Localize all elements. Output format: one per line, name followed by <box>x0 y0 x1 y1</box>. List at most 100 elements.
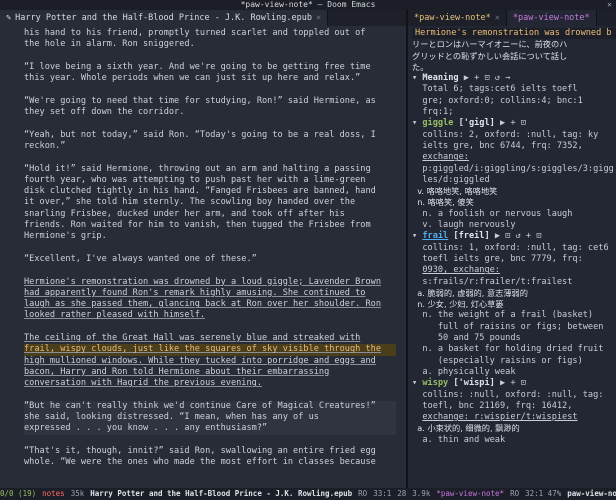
modeline-right-readonly: RO <box>510 489 520 498</box>
book-pane[interactable]: ✎ Harry Potter and the Half-Blood Prince… <box>0 10 406 488</box>
def-line: collins: :null, oxford: :null, tag: <box>422 389 604 400</box>
modeline-right-size: 3.9k <box>412 489 431 498</box>
word-action-icons[interactable]: ▶ + ⊡ <box>500 118 526 128</box>
def-line: collins: 1, oxford: :null, tag: cet6 <box>422 242 609 253</box>
modeline-right-buffer: *paw-view-note* <box>436 489 505 498</box>
meaning-heading[interactable]: ▾ Meaning ▶ + ⊡ ↺ → <box>412 73 616 84</box>
text-line: “But he can't really think we'd continue… <box>24 400 396 413</box>
window-close-icon[interactable]: ✕ <box>607 0 612 10</box>
window-titlebar: *paw-view-note* – Doom Emacs ✕ <box>0 0 616 10</box>
meaning-title: Meaning <box>422 73 459 84</box>
text-line: “We're going to need that time for study… <box>24 95 376 106</box>
text-line: “Yeah, but not today,” said Ron. “Today'… <box>24 129 376 140</box>
def-line: s:frails/r:frailer/t:frailest <box>422 276 573 287</box>
text-line <box>24 152 396 163</box>
modeline-percent: 28 <box>397 489 407 498</box>
word-ipa: [freil] <box>453 231 490 242</box>
tab-close-icon[interactable]: ✕ <box>495 10 500 26</box>
text-line-annotated[interactable]: The ceiling of the Great Hall was serene… <box>24 333 396 344</box>
text-line-annotated[interactable]: high mullioned windows. While they tucke… <box>24 356 396 367</box>
def-line: v. laugh nervously <box>422 220 516 231</box>
word-ipa: ['gigl] <box>458 118 495 129</box>
book-text[interactable]: his hand to his friend, promptly turned … <box>0 26 396 469</box>
modeline-right-name: paw-view-note <box>567 489 616 498</box>
translation-line: リーとロンはハーマイオニーに、前夜のハ <box>412 39 568 50</box>
tab-paw-view-note-2[interactable]: *paw-view-note* <box>506 10 597 26</box>
note-pane[interactable]: *paw-view-note* ✕ *paw-view-note* Hermio… <box>408 10 616 488</box>
text-line: she said, looking distressed. “I mean, w… <box>24 412 396 424</box>
word-title[interactable]: wispy <box>422 378 448 388</box>
fold-triangle-icon[interactable]: ▾ <box>412 378 422 388</box>
def-line: (especially raisins or figs) <box>422 355 583 366</box>
text-line <box>24 51 396 62</box>
text-line: the hole in alarm. Ron sniggered. <box>24 39 195 50</box>
text-line: whole. “We were the ones who made the mo… <box>24 457 376 468</box>
right-tab-bar: *paw-view-note* ✕ *paw-view-note* <box>408 10 616 26</box>
word-entry-wispy[interactable]: ▾ wispy ['wispi] ▶ + ⊡ <box>412 378 616 389</box>
tab-epub[interactable]: ✎ Harry Potter and the Half-Blood Prince… <box>0 10 329 26</box>
window-title: *paw-view-note* – Doom Emacs <box>240 0 376 9</box>
text-line <box>24 322 396 333</box>
def-line: a. physically weak <box>422 366 516 377</box>
text-line <box>24 390 396 401</box>
def-line: ielts gre, bnc 6744, frq: 7352, <box>422 140 583 151</box>
def-line: n. the weight of a frail (basket) <box>422 310 594 321</box>
def-line: 0930, exchange: <box>422 265 500 276</box>
def-line: n. a foolish or nervous laugh <box>422 208 573 219</box>
def-line: a. 脆弱的, 虚弱的, 意志薄弱的 <box>417 287 528 298</box>
text-line: snarling Frisbee, ducked under her arm, … <box>24 208 345 219</box>
text-line: his hand to his friend, promptly turned … <box>24 28 366 38</box>
note-content[interactable]: Hermione's remonstration was drowned b リー… <box>408 26 616 446</box>
word-ipa: ['wispi] <box>453 378 495 389</box>
text-line-annotated[interactable]: looked rather pleased with himself. <box>24 310 396 321</box>
text-line-highlighted[interactable]: frail, wispy clouds, just like the squar… <box>24 344 396 356</box>
def-line: exchange: r:wispier/t:wispiest <box>422 412 578 423</box>
def-line: n. 咯咯笑, 傻笑 <box>417 197 474 208</box>
text-line: they set off down the corridor. <box>24 107 185 118</box>
word-title[interactable]: giggle <box>422 118 453 128</box>
text-line: “That's it, though, innit?” said Ron, sw… <box>24 445 376 456</box>
summary-line: Total 6; tags:cet6 ielts toefl <box>422 84 578 95</box>
def-line: 50 and 75 pounds <box>422 333 521 344</box>
def-line: p:giggled/i:giggling/s:giggles/3:gigg <box>422 163 614 174</box>
modeline-right-position: 32:1 47% <box>525 489 562 498</box>
left-tab-bar: ✎ Harry Potter and the Half-Blood Prince… <box>0 10 406 26</box>
def-line: les/d:giggled <box>422 174 490 185</box>
text-line: fourth year, who was attempting to push … <box>24 174 366 185</box>
word-entry-giggle[interactable]: ▾ giggle ['gigl] ▶ + ⊡ <box>412 118 616 129</box>
text-line-annotated[interactable]: Hermione's remonstration was drowned by … <box>24 277 396 288</box>
text-line-annotated[interactable]: laugh as she passed them, glancing back … <box>24 299 396 310</box>
word-entry-frail[interactable]: ▾ frail [freil] ▶ ⊡ ↺ + ⊡ <box>412 231 616 242</box>
text-line: reckon.” <box>24 140 66 151</box>
text-line: “Hold it!” said Hermione, throwing out a… <box>24 163 371 174</box>
meaning-action-icons[interactable]: ▶ + ⊡ ↺ → <box>464 73 511 83</box>
modeline-position: 33:1 <box>373 489 392 498</box>
def-line: exchange: <box>422 152 469 163</box>
tab-paw-view-note-1[interactable]: *paw-view-note* ✕ <box>408 10 507 26</box>
fold-triangle-icon[interactable]: ▾ <box>412 118 422 128</box>
text-line: Hermione's grip. <box>24 231 107 242</box>
text-line <box>24 435 396 446</box>
text-line: it over,” she told him sternly. The scow… <box>24 197 356 208</box>
modeline-readonly: RO <box>358 489 368 498</box>
word-action-icons[interactable]: ▶ + ⊡ <box>500 378 526 388</box>
text-line: “I love being a sixth year. And we're go… <box>24 61 371 72</box>
text-line: friends. Ron waited for him to vanish, t… <box>24 220 371 231</box>
fold-triangle-icon[interactable]: ▾ <box>412 231 422 241</box>
book-icon: ✎ <box>6 13 12 23</box>
word-action-icons[interactable]: ▶ ⊡ ↺ + ⊡ <box>495 231 542 241</box>
text-line: “Excellent, I've always wanted one of th… <box>24 253 257 264</box>
summary-line: gre; oxford:0; collins:4; bnc:1 <box>422 95 583 106</box>
text-line-annotated[interactable]: had apparently found Ron's remark highly… <box>24 288 396 299</box>
word-title[interactable]: frail <box>422 231 448 241</box>
fold-triangle-icon[interactable]: ▾ <box>412 73 422 83</box>
text-line-annotated[interactable]: conversation with Hagrid the previous ev… <box>24 378 396 389</box>
def-line: v. 咯咯地笑, 咯咯地笑 <box>417 186 498 197</box>
modeline: 0/0 (19) notes 35k Harry Potter and the Hal… <box>0 488 616 500</box>
translation-line: た。 <box>412 61 429 72</box>
def-line: n. 少女, 少妇, 灯心草篓 <box>417 299 504 310</box>
text-line-annotated[interactable]: bacon, Harry and Ron told Hermione about… <box>24 367 396 378</box>
tab-close-icon[interactable]: ✕ <box>316 10 321 26</box>
text-line <box>24 243 396 254</box>
text-line <box>24 118 396 129</box>
